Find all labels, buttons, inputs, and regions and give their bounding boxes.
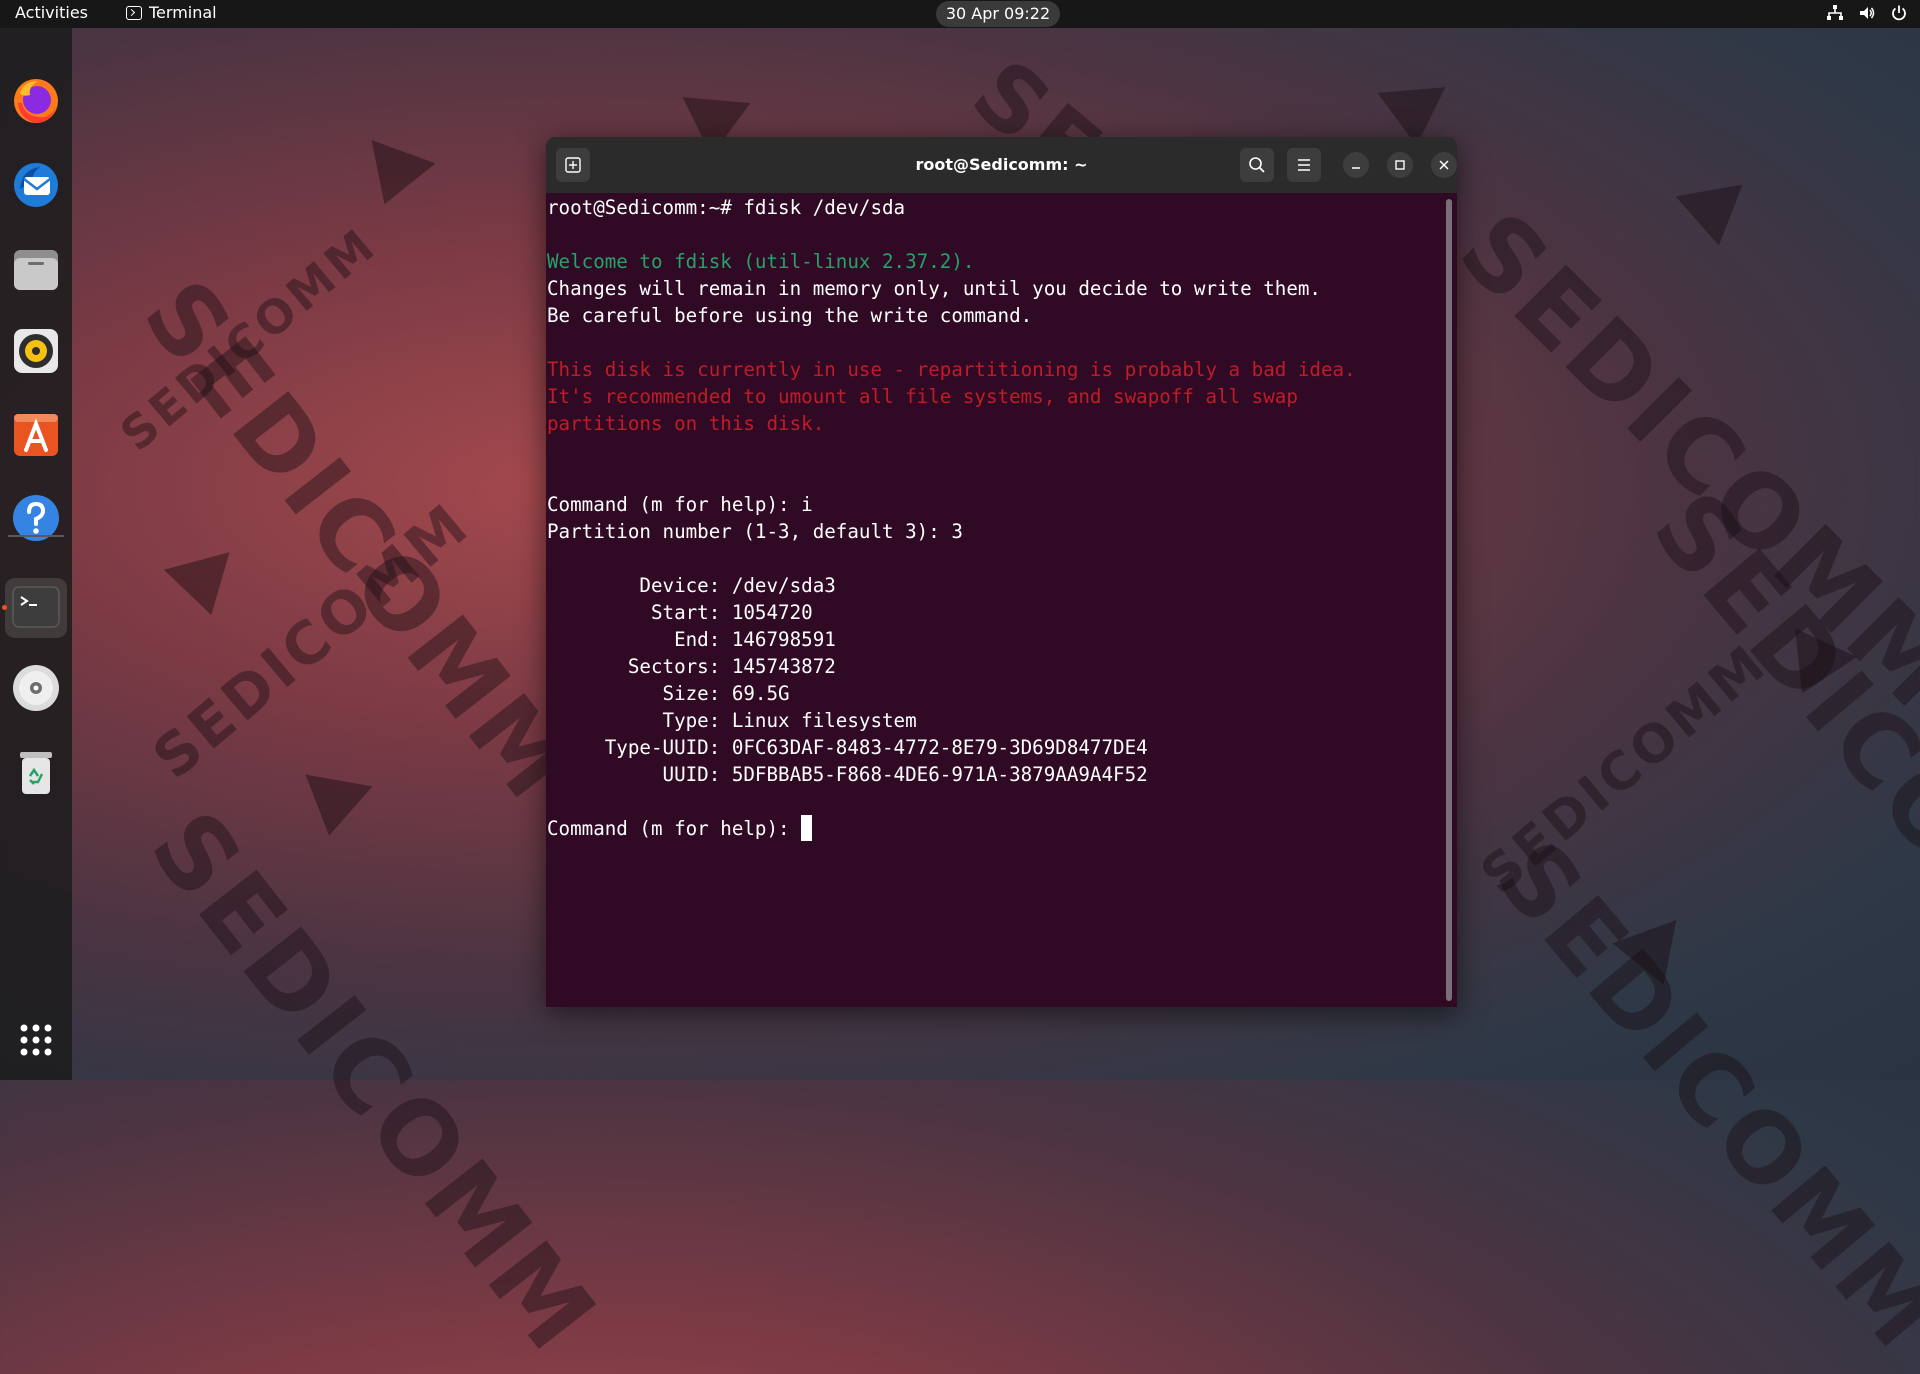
terminal-window[interactable]: root@Sedicomm: ~ root@Sedicomm:~# fdisk …	[546, 137, 1457, 1007]
info-size: Size: 69.5G	[547, 682, 790, 705]
terminal-icon	[12, 586, 60, 628]
current-prompt-line[interactable]: Command (m for help):	[547, 815, 1437, 842]
dock-firefox[interactable]	[10, 75, 62, 127]
dock-trash[interactable]	[10, 746, 62, 798]
firefox-icon	[14, 79, 58, 123]
minimize-icon	[1352, 167, 1360, 169]
text-cursor	[801, 815, 813, 841]
clock[interactable]: 30 Apr 09:22	[936, 1, 1060, 27]
info-line: Be careful before using the write comman…	[547, 304, 1033, 327]
command-line: Command (m for help): i	[547, 493, 813, 516]
top-bar: Activities Terminal 30 Apr 09:22	[0, 0, 1920, 28]
dock-terminal[interactable]	[10, 581, 62, 633]
command-line: root@Sedicomm:~# fdisk /dev/sda	[547, 196, 906, 219]
watermark-text: SEDICOMM	[1474, 820, 1920, 1371]
dock-rhythmbox[interactable]	[10, 325, 62, 377]
warning-line: It's recommended to umount all file syst…	[547, 385, 1298, 408]
info-line: Changes will remain in memory only, unti…	[547, 277, 1321, 300]
menu-button[interactable]	[1287, 148, 1321, 182]
dock-files[interactable]	[10, 242, 62, 294]
close-button[interactable]	[1431, 152, 1457, 178]
dock-thunderbird[interactable]	[10, 159, 62, 211]
dock-ubuntu-software[interactable]	[10, 408, 62, 460]
trash-icon	[20, 752, 52, 794]
watermark-triangle	[352, 140, 436, 216]
maximize-button[interactable]	[1387, 152, 1413, 178]
close-icon	[1439, 160, 1449, 170]
running-indicator	[2, 605, 7, 610]
terminal-small-icon	[126, 5, 142, 20]
terminal-scrollbar[interactable]	[1446, 199, 1452, 1001]
system-tray[interactable]	[1826, 4, 1908, 22]
watermark-triangle	[163, 552, 245, 624]
dock-show-applications[interactable]	[10, 1014, 62, 1066]
app-menu-label: Terminal	[149, 3, 217, 22]
welcome-line: Welcome to fdisk (util-linux 2.37.2).	[547, 250, 975, 273]
warning-line: partitions on this disk.	[547, 412, 825, 435]
minimize-button[interactable]	[1343, 152, 1369, 178]
activities-button[interactable]: Activities	[15, 3, 88, 22]
search-button[interactable]	[1240, 148, 1274, 182]
window-titlebar[interactable]: root@Sedicomm: ~	[546, 137, 1457, 193]
info-type-uuid: Type-UUID: 0FC63DAF-8483-4772-8E79-3D69D…	[547, 736, 1148, 759]
watermark-triangle	[1675, 184, 1753, 252]
terminal-output[interactable]: root@Sedicomm:~# fdisk /dev/sda Welcome …	[547, 194, 1437, 1004]
info-device: Device: /dev/sda3	[547, 574, 836, 597]
maximize-icon	[1395, 160, 1405, 170]
watermark-triangle	[295, 774, 373, 842]
app-grid-icon	[20, 1024, 52, 1056]
command-prompt: Command (m for help):	[547, 817, 802, 840]
info-end: End: 146798591	[547, 628, 836, 651]
app-menu[interactable]: Terminal	[126, 3, 217, 22]
partition-prompt-line: Partition number (1-3, default 3): 3	[547, 520, 963, 543]
network-icon	[1827, 5, 1843, 20]
search-icon	[1249, 157, 1265, 173]
warning-line: This disk is currently in use - repartit…	[547, 358, 1356, 381]
menu-icon	[1298, 159, 1310, 171]
files-icon	[14, 250, 58, 290]
volume-icon	[1860, 7, 1875, 19]
software-icon	[14, 414, 58, 456]
dock	[0, 28, 72, 1080]
power-icon	[1892, 5, 1906, 21]
info-sectors: Sectors: 145743872	[547, 655, 836, 678]
dock-disc[interactable]	[10, 662, 62, 714]
thunderbird-icon	[14, 163, 58, 207]
info-uuid: UUID: 5DFBBAB5-F868-4DE6-971A-3879AA9A4F…	[547, 763, 1148, 786]
rhythmbox-icon	[14, 329, 58, 373]
info-type: Type: Linux filesystem	[547, 709, 917, 732]
dock-separator	[8, 535, 64, 537]
disc-icon	[13, 665, 59, 711]
info-start: Start: 1054720	[547, 601, 813, 624]
